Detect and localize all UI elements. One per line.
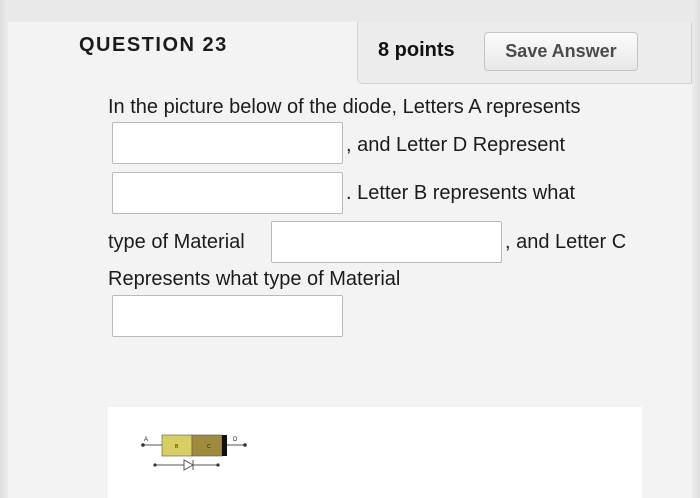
answer-blank-1[interactable]	[112, 122, 343, 164]
label-a: A	[144, 437, 148, 443]
prompt-before-blank-3: type of Material	[108, 231, 245, 253]
label-c: C	[207, 444, 211, 450]
answer-blank-3[interactable]	[271, 221, 502, 263]
terminal-right	[243, 443, 247, 447]
save-answer-button[interactable]: Save Answer	[484, 32, 638, 71]
terminal-left	[141, 443, 145, 447]
left-edge	[0, 0, 8, 498]
diode-symbol-triangle	[183, 459, 195, 471]
symbol-terminal-right	[216, 463, 220, 467]
question-points: 8 points	[378, 39, 455, 61]
prompt-line-last: Represents what type of Material	[108, 268, 401, 290]
symbol-terminal-left	[153, 463, 157, 467]
prompt-after-blank-2: . Letter B represents what	[346, 182, 576, 204]
answer-blank-2[interactable]	[112, 172, 343, 214]
top-strip	[0, 0, 700, 23]
prompt-after-blank-1: , and Letter D Represent	[346, 134, 566, 156]
cathode-band	[222, 435, 227, 456]
question-title: QUESTION 23	[79, 34, 228, 56]
prompt-line-1: In the picture below of the diode, Lette…	[108, 96, 581, 118]
prompt-after-blank-3: , and Letter C	[505, 231, 627, 253]
answer-blank-4[interactable]	[112, 295, 343, 337]
right-edge	[692, 0, 700, 498]
diode-diagram: A B C D	[141, 434, 247, 471]
label-d: D	[233, 437, 238, 443]
